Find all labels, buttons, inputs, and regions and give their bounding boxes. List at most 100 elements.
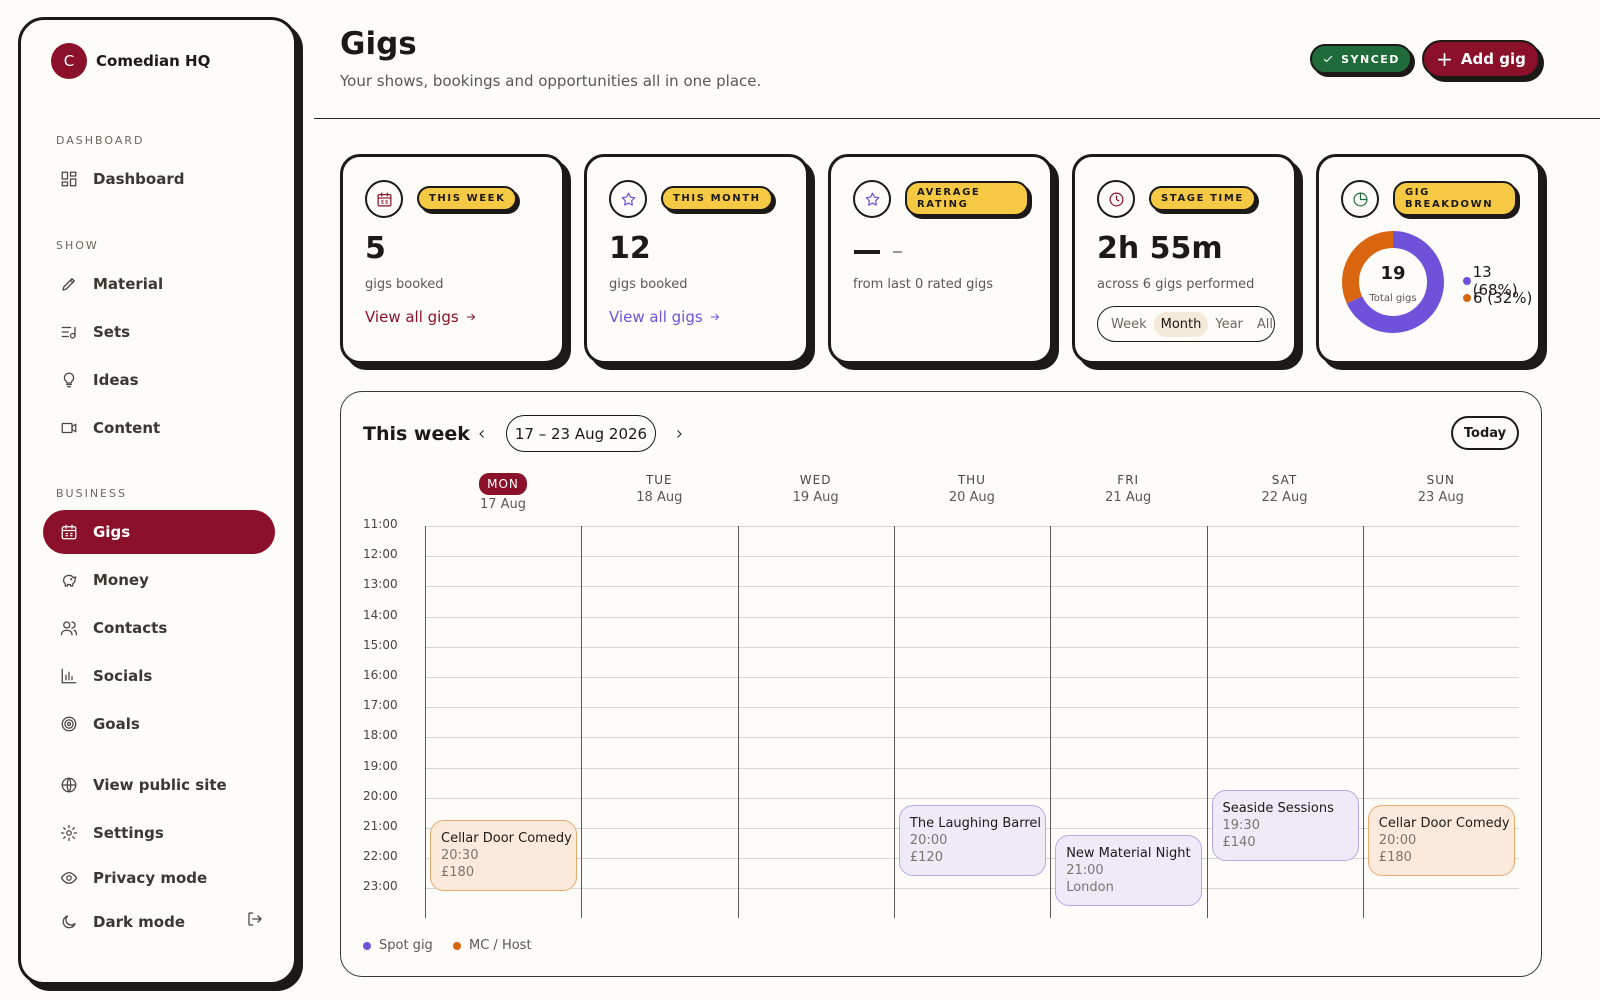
sidebar-item-gigs[interactable]: Gigs xyxy=(43,510,275,554)
page-subtitle: Your shows, bookings and opportunities a… xyxy=(340,72,762,90)
period-month[interactable]: Month xyxy=(1153,311,1209,337)
period-week[interactable]: Week xyxy=(1104,312,1154,337)
privacy-mode-toggle[interactable]: Privacy mode xyxy=(43,856,275,900)
sidebar-item-content[interactable]: Content xyxy=(43,406,275,450)
gig-event[interactable]: The Laughing Barrel 20:00 £120 xyxy=(898,804,1046,876)
hour-label: 12:00 xyxy=(363,547,398,562)
period-selector: Week Month Year All xyxy=(1097,306,1275,342)
day-header-sat[interactable]: SAT 22 Aug xyxy=(1207,472,1363,505)
period-all[interactable]: All xyxy=(1250,312,1274,337)
piggy-bank-icon xyxy=(58,569,80,591)
sidebar-item-contacts[interactable]: Contacts xyxy=(43,606,275,650)
sidebar-item-ideas[interactable]: Ideas xyxy=(43,358,275,402)
hour-gridline xyxy=(425,616,1519,618)
stat-badge: GIG BREAKDOWN xyxy=(1393,181,1517,216)
gig-event-title: Seaside Sessions xyxy=(1222,800,1334,816)
check-icon xyxy=(1323,55,1333,63)
sidebar-item-label: Contacts xyxy=(93,619,168,637)
hour-label: 18:00 xyxy=(363,728,398,743)
sidebar-item-settings[interactable]: Settings xyxy=(43,811,275,855)
legend-label: Spot gig xyxy=(379,938,433,953)
day-header-tue[interactable]: TUE 18 Aug xyxy=(581,472,737,505)
day-date: 21 Aug xyxy=(1105,490,1152,505)
add-gig-label: Add gig xyxy=(1460,50,1526,68)
hour-label: 16:00 xyxy=(363,668,398,682)
view-all-gigs-link[interactable]: View all gigs xyxy=(365,308,477,326)
day-name: SAT xyxy=(1271,473,1298,487)
day-header-fri[interactable]: FRI 21 Aug xyxy=(1050,472,1206,505)
day-column-divider xyxy=(1206,526,1208,918)
dark-mode-toggle[interactable]: Dark mode xyxy=(43,900,223,944)
badge-line: GIG xyxy=(1405,186,1430,198)
date-range-picker[interactable]: 17 – 23 Aug 2026 xyxy=(506,415,656,452)
brand-name: Comedian HQ xyxy=(96,52,211,70)
gig-event-time: 20:30 xyxy=(441,847,479,863)
sidebar-item-socials[interactable]: Socials xyxy=(43,654,275,698)
period-year[interactable]: Year xyxy=(1208,312,1250,337)
donut-total-label: Total gigs xyxy=(1369,293,1417,304)
section-label-business: BUSINESS xyxy=(56,487,127,500)
hour-gridline xyxy=(425,646,1519,648)
day-header-sun[interactable]: SUN 23 Aug xyxy=(1363,472,1519,505)
legend-dot xyxy=(363,941,371,950)
hour-label: 19:00 xyxy=(363,758,398,773)
moon-icon xyxy=(58,911,80,933)
hour-gridline xyxy=(425,707,1519,709)
gig-event[interactable]: Cellar Door Comedy 20:00 £180 xyxy=(1367,804,1515,876)
day-name: FRI xyxy=(1117,473,1140,487)
hour-label: 20:00 xyxy=(363,788,398,803)
sidebar-item-label: Gigs xyxy=(93,523,131,541)
badge-line: RATING xyxy=(917,198,969,210)
sidebar-item-material[interactable]: Material xyxy=(43,262,275,306)
page-title: Gigs xyxy=(340,26,417,62)
hour-gridline xyxy=(425,586,1519,588)
view-all-gigs-link[interactable]: View all gigs xyxy=(609,308,721,326)
sidebar-item-dashboard[interactable]: Dashboard xyxy=(43,157,275,201)
stat-card-stage-time: STAGE TIME 2h 55m across 6 gigs performe… xyxy=(1072,154,1297,364)
day-name: TUE xyxy=(645,473,673,487)
pie-chart-icon xyxy=(1341,180,1379,218)
stat-value: 2h 55m xyxy=(1097,231,1223,266)
gig-event-detail: £140 xyxy=(1222,834,1256,850)
sidebar-item-money[interactable]: Money xyxy=(43,558,275,602)
gig-event[interactable]: Seaside Sessions 19:30 £140 xyxy=(1211,789,1359,861)
sidebar-item-public-site[interactable]: View public site xyxy=(43,763,275,807)
arrow-right-icon xyxy=(710,313,719,321)
legend-dot xyxy=(453,941,461,950)
gig-event-detail: £180 xyxy=(1378,849,1412,865)
hour-label: 13:00 xyxy=(363,577,398,592)
add-gig-button[interactable]: + Add gig xyxy=(1422,40,1540,78)
today-button[interactable]: Today xyxy=(1451,416,1519,450)
users-icon xyxy=(58,617,80,639)
day-header-thu[interactable]: THU 20 Aug xyxy=(894,472,1050,505)
day-date: 18 Aug xyxy=(636,490,683,505)
globe-icon xyxy=(58,774,80,796)
week-calendar: This week 17 – 23 Aug 2026 Today Spot gi… xyxy=(340,391,1542,977)
stat-caption: across 6 gigs performed xyxy=(1097,277,1255,292)
arrow-right-icon xyxy=(466,313,475,321)
sidebar-item-goals[interactable]: Goals xyxy=(43,702,275,746)
legend-dot xyxy=(1463,277,1471,285)
eye-icon xyxy=(58,867,80,889)
sidebar-item-label: Content xyxy=(93,419,161,437)
stat-card-gig-breakdown: GIG BREAKDOWN 19 Total gigs 13 (68%) 6 (3… xyxy=(1316,154,1541,364)
gig-event[interactable]: New Material Night 21:00 London xyxy=(1055,835,1203,906)
sidebar-item-sets[interactable]: Sets xyxy=(43,310,275,354)
brand[interactable]: C Comedian HQ xyxy=(51,43,210,79)
chevron-right-icon[interactable] xyxy=(670,425,688,443)
section-label-dashboard: DASHBOARD xyxy=(56,134,145,147)
day-header-wed[interactable]: WED 19 Aug xyxy=(738,472,894,505)
hour-label: 11:00 xyxy=(363,517,398,531)
sidebar-item-label: Privacy mode xyxy=(93,869,208,887)
sidebar-item-label: Dark mode xyxy=(93,913,186,931)
logout-icon[interactable] xyxy=(246,910,268,932)
hour-label: 23:00 xyxy=(363,879,398,894)
pen-icon xyxy=(58,273,80,295)
sidebar-item-label: View public site xyxy=(93,776,227,794)
gig-event[interactable]: Cellar Door Comedy 20:30 £180 xyxy=(430,819,577,891)
day-name: WED xyxy=(799,473,832,487)
day-header-mon[interactable]: MON 17 Aug xyxy=(425,473,581,512)
chevron-left-icon[interactable] xyxy=(473,425,491,443)
brand-avatar: C xyxy=(51,43,87,79)
plus-icon: + xyxy=(1436,47,1453,71)
